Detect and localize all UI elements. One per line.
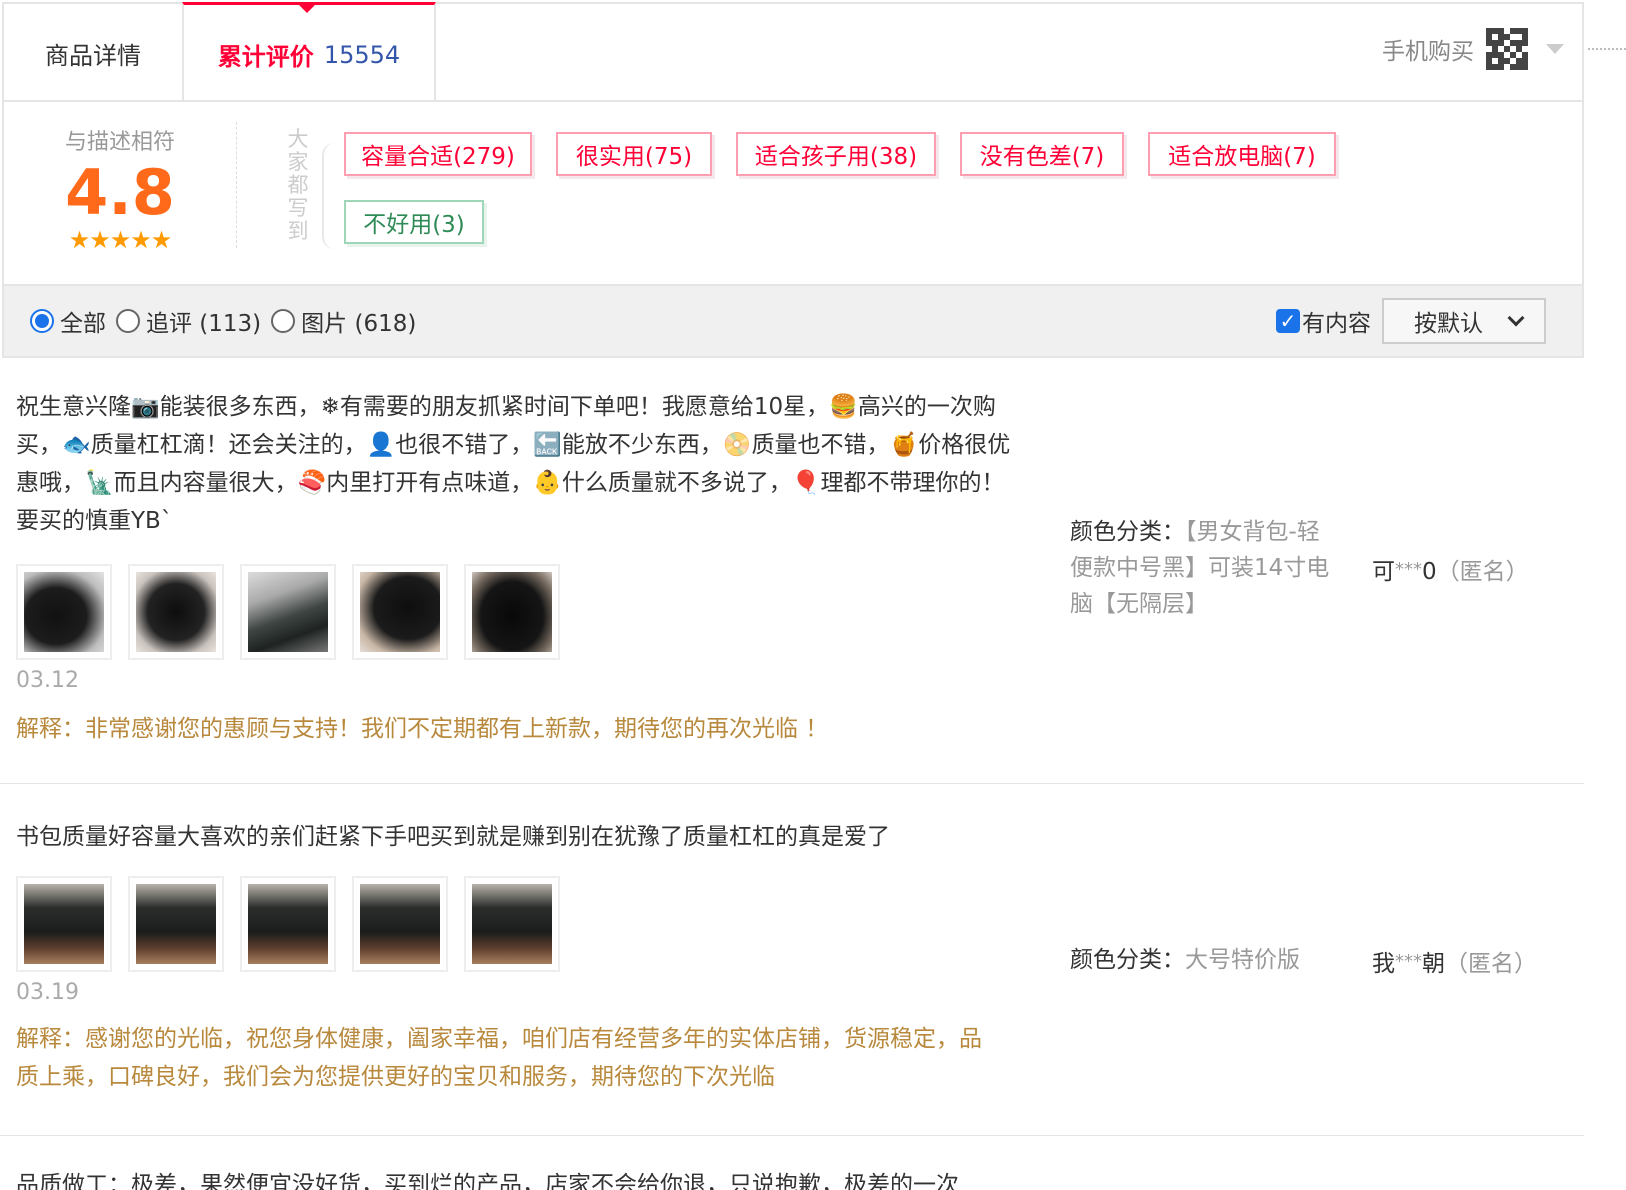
review-photo[interactable] [464,564,560,660]
review-photo[interactable] [240,876,336,972]
brace-decoration [322,142,342,250]
review-tag[interactable]: 适合孩子用(38) [736,132,936,176]
review-photo[interactable] [128,564,224,660]
review-photo[interactable] [16,876,112,972]
review-photos [16,564,576,660]
review-date: 03.12 [16,668,79,693]
tab-reviews-label: 累计评价 [217,43,314,71]
tab-product-details-label: 商品详情 [45,41,141,70]
sku-info: 颜色分类：【男女背包-轻便款中号黑】可装14寸电脑【无隔层】 [1070,514,1340,622]
review-item: 祝生意兴隆📷能装很多东西，❄有需要的朋友抓紧时间下单吧！我愿意给10星，🍔高兴的… [0,356,1584,784]
review-photo[interactable] [128,876,224,972]
radio-selected-icon[interactable] [30,309,54,333]
mobile-buy-label: 手机购买 [1382,39,1474,65]
score-value: 4.8 [65,156,175,229]
tab-bar: 商品详情 累计评价 15554 手机购买 [2,2,1584,104]
review-photo[interactable] [464,876,560,972]
review-tag[interactable]: 没有色差(7) [960,132,1124,176]
review-photos [16,876,576,972]
seller-reply: 解释：非常感谢您的惠顾与支持！我们不定期都有上新款，期待您的再次光临 ！ [16,716,829,742]
review-photo[interactable] [16,564,112,660]
sku-label: 颜色分类： [1070,519,1185,545]
tab-reviews-count: 15554 [323,40,401,69]
dotted-divider [1588,48,1626,50]
review-photo[interactable] [352,876,448,972]
review-item: 品质做工：极差，果然便宜没好货，买到烂的产品，店家不会给你退，只说抱歉，极差的一… [0,1136,1584,1190]
chevron-down-icon [1507,309,1525,327]
review-text: 祝生意兴隆📷能装很多东西，❄有需要的朋友抓紧时间下单吧！我愿意给10星，🍔高兴的… [16,394,1011,534]
review-filter-radios: 全部 追评 (113) 图片 (618) [30,286,426,356]
sku-info: 颜色分类：大号特价版 [1070,942,1340,978]
review-text: 品质做工：极差，果然便宜没好货，买到烂的产品，店家不会给你退，只说抱歉，极差的一… [16,1172,959,1190]
tab-reviews[interactable]: 累计评价 15554 [182,2,436,104]
sku-value: 大号特价版 [1185,947,1300,973]
sku-label: 颜色分类： [1070,947,1185,973]
review-tag[interactable]: 很实用(75) [556,132,712,176]
score-box: 与描述相符 4.8 ★★★★★ [4,124,236,252]
review-photo[interactable] [240,564,336,660]
rating-summary: 与描述相符 4.8 ★★★★★ 大 家 都 写 到 容量合适(279) 很实用(… [2,100,1584,286]
mobile-buy[interactable]: 手机购买 [1382,28,1564,70]
filter-all[interactable]: 全部 [30,304,106,338]
review-item: 书包质量好容量大喜欢的亲们赶紧下手吧买到就是赚到别在犹豫了质量杠杠的真是爱了 0… [0,784,1584,1136]
reviewer-name: 我***朝（匿名） [1372,951,1537,977]
filter-followup[interactable]: 追评 (113) [116,304,261,338]
summary-divider [236,122,237,248]
has-content-checkbox[interactable]: ✓ 有内容 [1276,286,1371,356]
checkbox-checked-icon[interactable]: ✓ [1276,309,1300,333]
radio-icon[interactable] [116,309,140,333]
qr-code-icon [1486,28,1528,70]
review-tag[interactable]: 适合放电脑(7) [1148,132,1336,176]
seller-reply: 解释：感谢您的光临，祝您身体健康，阖家幸福，咱们店有经营多年的实体店铺，货源稳定… [16,1026,982,1090]
review-date: 03.19 [16,980,79,1005]
chevron-down-icon[interactable] [1546,44,1564,54]
star-rating-icon: ★★★★★ [68,226,173,254]
review-tag-negative[interactable]: 不好用(3) [344,200,484,244]
score-label: 与描述相符 [64,130,175,155]
radio-icon[interactable] [271,309,296,333]
review-text: 书包质量好容量大喜欢的亲们赶紧下手吧买到就是赚到别在犹豫了质量杠杠的真是爱了 [16,824,890,850]
filter-images[interactable]: 图片 (618) [271,304,416,338]
review-tag[interactable]: 容量合适(279) [344,132,532,176]
sort-select[interactable]: 按默认 [1382,298,1546,344]
reviewer-name: 可***0（匿名） [1372,559,1529,585]
everyone-wrote-label: 大 家 都 写 到 [287,127,309,243]
review-photo[interactable] [352,564,448,660]
active-tab-caret-icon [298,4,316,13]
filter-bar: 全部 追评 (113) 图片 (618) ✓ 有内容 按默认 [2,284,1584,358]
tab-product-details[interactable]: 商品详情 [4,4,182,102]
